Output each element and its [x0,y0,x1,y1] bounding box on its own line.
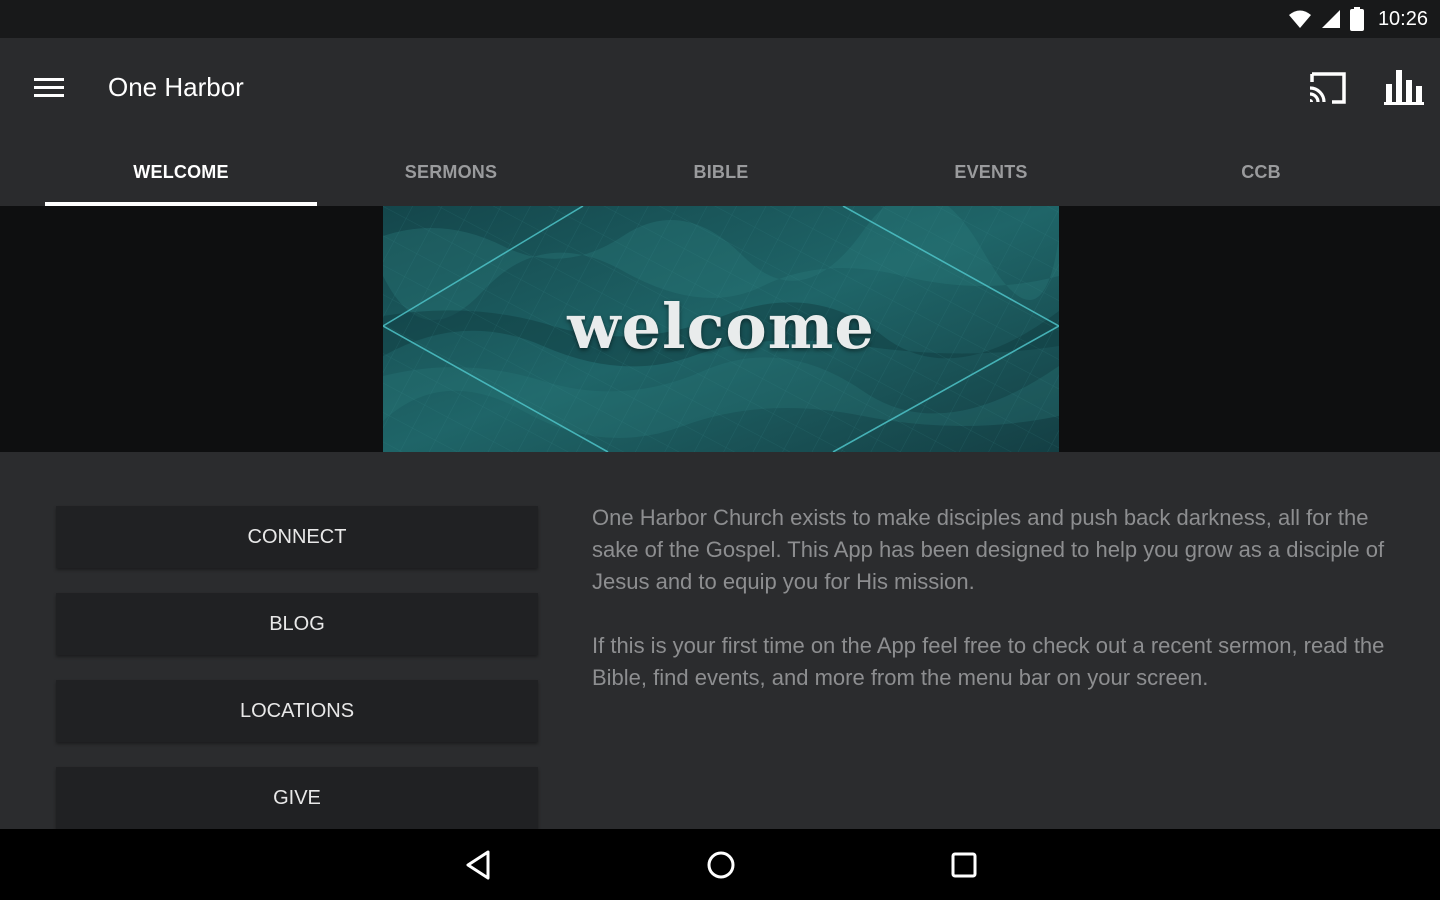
tab-sermons[interactable]: SERMONS [316,138,586,206]
status-icons: 10:26 [1288,0,1428,38]
welcome-content: CONNECT BLOG LOCATIONS GIVE One Harbor C… [0,452,1440,829]
banner-title: welcome [567,289,875,363]
home-icon[interactable] [701,847,741,883]
tab-bible[interactable]: BIBLE [586,138,856,206]
locations-button[interactable]: LOCATIONS [56,680,538,742]
tab-welcome[interactable]: WELCOME [46,138,316,206]
recents-icon[interactable] [944,847,984,883]
stats-icon[interactable] [1382,68,1426,108]
welcome-description: One Harbor Church exists to make discipl… [592,502,1402,726]
menu-icon[interactable] [30,74,68,102]
description-paragraph: If this is your first time on the App fe… [592,633,1385,690]
app-title: One Harbor [108,72,244,102]
hero-area: welcome [0,206,1440,452]
welcome-banner: welcome [383,206,1059,452]
description-paragraph: One Harbor Church exists to make discipl… [592,505,1385,594]
give-button[interactable]: GIVE [56,767,538,829]
battery-icon [1349,7,1364,31]
cast-icon[interactable] [1306,70,1348,106]
status-time: 10:26 [1377,7,1428,30]
system-nav-bar [0,829,1440,900]
connect-button[interactable]: CONNECT [56,506,538,568]
status-bar: 10:26 [0,0,1440,38]
back-icon[interactable] [458,847,498,883]
blog-button[interactable]: BLOG [56,593,538,655]
tab-events[interactable]: EVENTS [856,138,1126,206]
signal-icon [1321,10,1340,28]
tab-bar: WELCOME SERMONS BIBLE EVENTS CCB [0,138,1440,206]
app-bar: One Harbor [0,38,1440,138]
wifi-icon [1288,10,1311,28]
tab-ccb[interactable]: CCB [1126,138,1396,206]
